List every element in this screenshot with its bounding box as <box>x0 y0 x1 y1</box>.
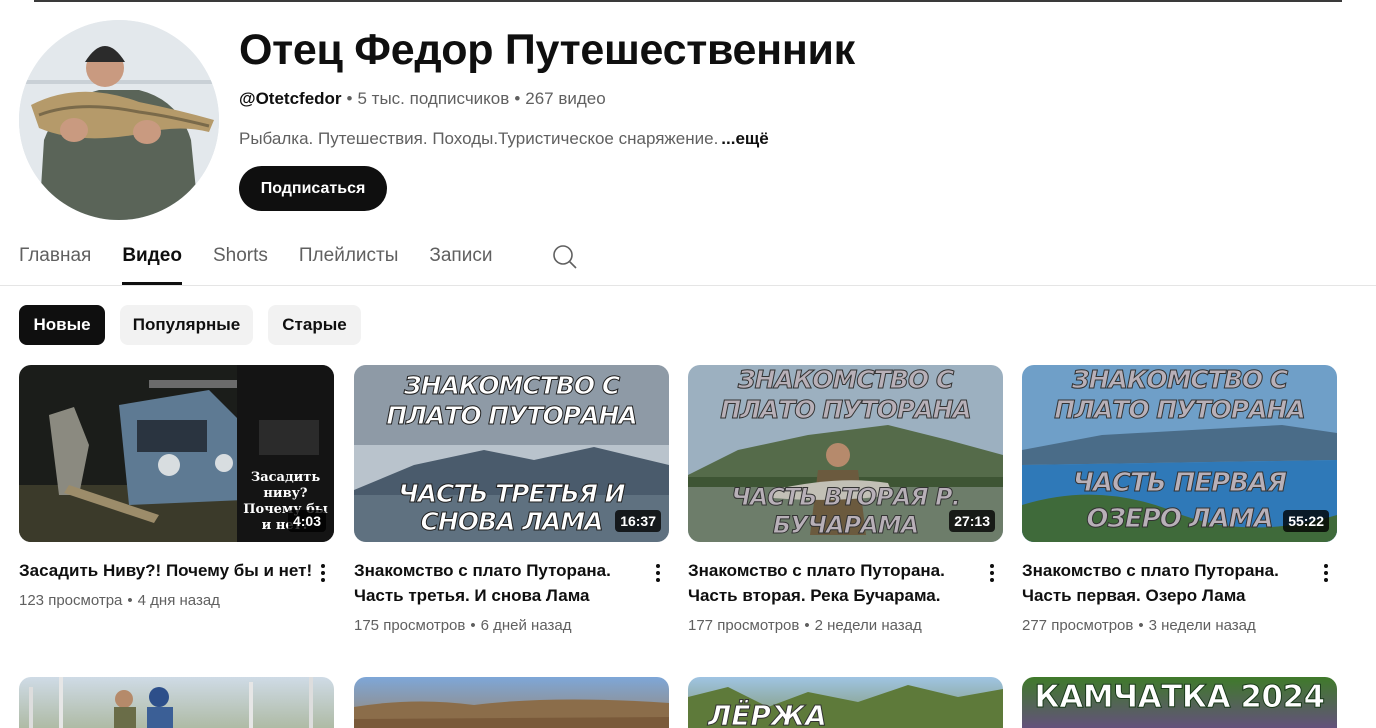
view-count: 123 просмотра <box>19 592 123 609</box>
channel-tabs: Главная Видео Shorts Плейлисты Записи <box>19 236 523 286</box>
meta-separator: • <box>127 592 133 609</box>
tab-posts[interactable]: Записи <box>429 236 492 285</box>
video-thumbnail[interactable]: ЛЁРЖА <box>688 677 1003 728</box>
video-card[interactable]: Засадить ниву?Почему бы и нет? 4:03 Заса… <box>19 365 334 609</box>
upload-age: 4 дня назад <box>137 592 220 609</box>
channel-meta: @Otetcfedor • 5 тыс. подписчиков • 267 видео <box>239 89 606 109</box>
more-vert-icon[interactable] <box>984 561 1000 585</box>
thumbnail-top-text: ЗНАКОМСТВО С ПЛАТО ПУТОРАНА <box>720 365 973 425</box>
channel-handle[interactable]: @Otetcfedor <box>239 89 342 108</box>
view-count: 177 просмотров <box>688 617 800 634</box>
video-title[interactable]: Засадить Ниву?! Почему бы и нет! <box>19 558 312 583</box>
meta-separator: • <box>346 89 353 108</box>
upload-age: 2 недели назад <box>814 617 922 634</box>
tab-playlists[interactable]: Плейлисты <box>299 236 398 285</box>
meta-separator: • <box>1138 617 1144 634</box>
meta-separator: • <box>514 89 521 108</box>
meta-separator: • <box>470 617 476 634</box>
video-thumbnail[interactable]: Засадить ниву?Почему бы и нет? 4:03 <box>19 365 334 542</box>
more-vert-icon[interactable] <box>650 561 666 585</box>
tabs-divider <box>0 285 1376 286</box>
video-meta: 277 просмотров • 3 недели назад <box>1022 617 1256 634</box>
video-title[interactable]: Знакомство с плато Путорана. Часть треть… <box>354 558 634 608</box>
video-count: 267 видео <box>525 89 606 108</box>
more-link[interactable]: ...ещё <box>721 129 768 148</box>
channel-avatar[interactable] <box>19 20 219 220</box>
thumbnail-image <box>29 677 313 728</box>
subscribe-button[interactable]: Подписаться <box>239 166 387 211</box>
video-thumbnail[interactable]: ЗНАКОМСТВО С ПЛАТО ПУТОРАНА ЧАСТЬ ВТОРАЯ… <box>688 365 1003 542</box>
tab-videos[interactable]: Видео <box>122 236 182 285</box>
video-thumbnail[interactable]: ЗНАКОМСТВО С ПЛАТО ПУТОРАНА ЧАСТЬ ПЕРВАЯ… <box>1022 365 1337 542</box>
subscriber-count: 5 тыс. подписчиков <box>357 89 510 108</box>
video-thumbnail[interactable] <box>354 677 669 728</box>
search-icon[interactable] <box>552 244 578 270</box>
chip-newest[interactable]: Новые <box>19 305 105 345</box>
meta-separator: • <box>804 617 810 634</box>
thumbnail-top-text: ЗНАКОМСТВО С ПЛАТО ПУТОРАНА <box>1054 365 1307 425</box>
thumbnail-overlay-text: ЛЁРЖА <box>708 699 828 728</box>
tab-home[interactable]: Главная <box>19 236 91 285</box>
video-card[interactable]: ЗНАКОМСТВО С ПЛАТО ПУТОРАНА ЧАСТЬ ПЕРВАЯ… <box>1022 365 1337 634</box>
video-duration: 27:13 <box>949 510 995 532</box>
description-text: Рыбалка. Путешествия. Походы.Туристическ… <box>239 129 719 148</box>
chip-oldest[interactable]: Старые <box>268 305 361 345</box>
view-count: 277 просмотров <box>1022 617 1134 634</box>
video-thumbnail[interactable]: ЗНАКОМСТВО С ПЛАТО ПУТОРАНА ЧАСТЬ ТРЕТЬЯ… <box>354 365 669 542</box>
banner-edge <box>34 0 1342 2</box>
video-meta: 175 просмотров • 6 дней назад <box>354 617 572 634</box>
tab-shorts[interactable]: Shorts <box>213 236 268 285</box>
thumbnail-image <box>354 699 669 728</box>
video-duration: 16:37 <box>615 510 661 532</box>
upload-age: 6 дней назад <box>480 617 572 634</box>
video-card[interactable]: ЗНАКОМСТВО С ПЛАТО ПУТОРАНА ЧАСТЬ ВТОРАЯ… <box>688 365 1003 634</box>
more-vert-icon[interactable] <box>315 561 331 585</box>
more-vert-icon[interactable] <box>1318 561 1334 585</box>
video-duration: 55:22 <box>1283 510 1329 532</box>
channel-description[interactable]: Рыбалка. Путешествия. Походы.Туристическ… <box>239 129 769 149</box>
upload-age: 3 недели назад <box>1148 617 1256 634</box>
thumbnail-top-text: ЗНАКОМСТВО С ПЛАТО ПУТОРАНА <box>386 371 639 431</box>
avatar-photo <box>19 20 219 220</box>
view-count: 175 просмотров <box>354 617 466 634</box>
video-meta: 123 просмотра • 4 дня назад <box>19 592 220 609</box>
video-thumbnail[interactable]: КАМЧАТКА 2024 <box>1022 677 1337 728</box>
chip-popular[interactable]: Популярные <box>120 305 253 345</box>
video-card[interactable]: ЗНАКОМСТВО С ПЛАТО ПУТОРАНА ЧАСТЬ ТРЕТЬЯ… <box>354 365 669 634</box>
channel-name: Отец Федор Путешественник <box>239 26 855 74</box>
video-thumbnail[interactable] <box>19 677 334 728</box>
video-title[interactable]: Знакомство с плато Путорана. Часть перва… <box>1022 558 1302 608</box>
video-meta: 177 просмотров • 2 недели назад <box>688 617 922 634</box>
video-title[interactable]: Знакомство с плато Путорана. Часть втора… <box>688 558 968 608</box>
thumbnail-overlay-text: КАМЧАТКА 2024 <box>1034 679 1326 716</box>
video-duration: 4:03 <box>287 510 326 532</box>
